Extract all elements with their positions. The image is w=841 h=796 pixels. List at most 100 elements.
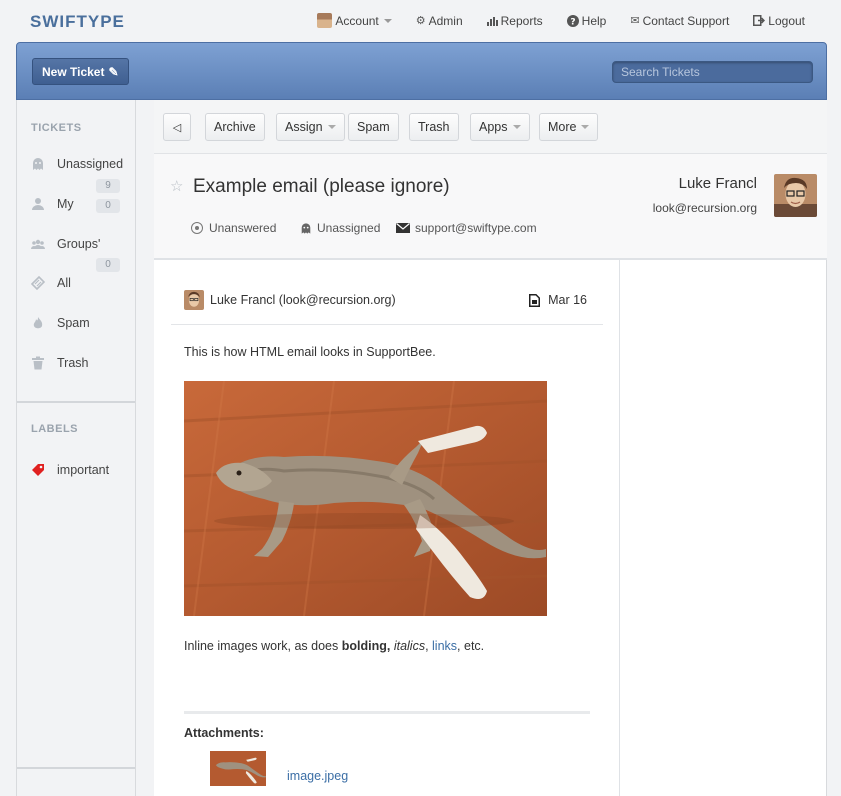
- requester-avatar: [774, 174, 817, 217]
- message-thread: Luke Francl (look@recursion.org) Mar 16 …: [154, 260, 620, 796]
- new-ticket-label: New Ticket: [42, 64, 105, 79]
- sidebar-item-label: Spam: [57, 316, 90, 330]
- attachments-divider: [184, 711, 590, 714]
- body-text: , etc.: [457, 639, 485, 653]
- all-count-badge: 0: [96, 258, 120, 272]
- sidebar-item-label: Trash: [57, 356, 89, 370]
- admin-label: Admin: [428, 13, 463, 28]
- ghost-icon: [301, 222, 311, 234]
- star-icon[interactable]: ☆: [170, 177, 183, 195]
- contact-support-link[interactable]: ✉ Contact Support: [630, 13, 729, 28]
- sidebar-item-label: Unassigned: [57, 157, 124, 171]
- chevron-down-icon: [327, 125, 336, 129]
- groups-count-badge: 0: [96, 199, 120, 213]
- apps-button[interactable]: Apps: [470, 113, 530, 141]
- sidebar-item-my[interactable]: My: [31, 197, 74, 211]
- attachments-title: Attachments:: [184, 726, 264, 740]
- trash-button[interactable]: Trash: [409, 113, 459, 141]
- top-nav: SWIFTYPE Account ⚙ Admin Reports ? Help …: [0, 0, 841, 42]
- message-date-label: Mar 16: [548, 293, 587, 307]
- tickets-section-title: TICKETS: [31, 122, 82, 134]
- back-button[interactable]: ◁: [163, 113, 191, 141]
- message-divider: [171, 324, 603, 325]
- ticket-status: Unanswered: [191, 221, 276, 235]
- reports-label: Reports: [500, 13, 543, 28]
- body-bold-text: bolding,: [341, 639, 391, 653]
- new-ticket-button[interactable]: New Ticket ✎: [32, 58, 129, 85]
- inline-image-lizard: [183, 380, 548, 617]
- document-icon: [529, 293, 541, 307]
- ghost-icon: [33, 158, 43, 170]
- ticket-title: Example email (please ignore): [193, 176, 450, 197]
- ticket-assignee[interactable]: Unassigned: [300, 221, 380, 235]
- ticket-view: ◁ Archive Assign Spam Trash Apps More ☆ …: [154, 100, 827, 796]
- body-text: ,: [425, 639, 433, 653]
- chevron-down-icon: [512, 125, 521, 129]
- user-icon: [32, 198, 44, 210]
- requester-name: Luke Francl: [678, 175, 757, 192]
- help-link[interactable]: ? Help: [566, 13, 607, 28]
- logout-icon: [753, 15, 766, 26]
- assign-button[interactable]: Assign: [276, 113, 345, 141]
- help-label: Help: [581, 13, 607, 28]
- message-date: Mar 16: [529, 293, 587, 307]
- sidebar-divider: [17, 767, 135, 769]
- sidebar-item-groups[interactable]: Groups': [31, 237, 100, 251]
- help-icon: ?: [566, 14, 579, 27]
- sidebar-divider: [17, 401, 135, 403]
- ticket-header: ☆ Example email (please ignore) Unanswer…: [154, 154, 827, 260]
- chevron-down-icon: [581, 125, 590, 129]
- ticket-assignee-label: Unassigned: [317, 221, 381, 235]
- ticket-toolbar: ◁ Archive Assign Spam Trash Apps More: [154, 100, 827, 154]
- sidebar-item-label: All: [57, 276, 71, 290]
- account-avatar: [317, 13, 333, 28]
- my-count-badge: 9: [96, 179, 120, 193]
- svg-text:?: ?: [570, 17, 575, 27]
- sidebar: TICKETS Unassigned 9 My 0 Groups' 0 All …: [16, 100, 136, 796]
- account-menu[interactable]: Account: [317, 13, 392, 28]
- sidebar-item-all[interactable]: All: [31, 276, 71, 290]
- assign-label: Assign: [285, 120, 323, 134]
- ticket-icon: ✎: [108, 64, 119, 79]
- ticket-status-label: Unanswered: [209, 221, 277, 235]
- reports-link[interactable]: Reports: [486, 13, 543, 28]
- archive-button[interactable]: Archive: [205, 113, 265, 141]
- header-bar: New Ticket ✎: [16, 42, 827, 100]
- spam-button[interactable]: Spam: [348, 113, 399, 141]
- sidebar-item-label: Groups': [57, 237, 101, 251]
- search-tickets-input[interactable]: [612, 61, 813, 83]
- chevron-down-icon: [383, 18, 392, 23]
- body-italic-text: italics: [393, 639, 426, 653]
- sidebar-label-important[interactable]: important: [31, 463, 109, 477]
- app-logo[interactable]: SWIFTYPE: [30, 12, 125, 32]
- gear-icon: ⚙: [415, 15, 426, 27]
- logout-label: Logout: [768, 13, 805, 28]
- labels-section-title: LABELS: [31, 423, 78, 435]
- envelope-open-icon: ✉: [630, 15, 640, 27]
- sender-avatar: [184, 290, 204, 310]
- body-link[interactable]: links: [432, 639, 457, 653]
- attachment-thumbnail[interactable]: [210, 751, 266, 786]
- status-circle-icon: [191, 222, 203, 234]
- flame-icon: [33, 317, 43, 329]
- sidebar-item-spam[interactable]: Spam: [31, 316, 90, 330]
- envelope-icon: [396, 223, 410, 233]
- requester-email: look@recursion.org: [652, 201, 757, 215]
- top-nav-menu: Account ⚙ Admin Reports ? Help ✉ Contact…: [293, 13, 805, 28]
- ticket-mailbox: support@swiftype.com: [396, 221, 537, 235]
- attachment-link[interactable]: image.jpeg: [287, 769, 348, 783]
- account-label: Account: [335, 13, 379, 28]
- more-button[interactable]: More: [539, 113, 599, 141]
- message-sender: Luke Francl (look@recursion.org): [210, 293, 396, 307]
- sidebar-item-trash[interactable]: Trash: [31, 356, 89, 370]
- message-body-line: Inline images work, as does bolding, ita…: [184, 639, 484, 653]
- sidebar-item-unassigned[interactable]: Unassigned: [31, 157, 123, 171]
- more-label: More: [548, 120, 577, 134]
- ticket-mailbox-label: support@swiftype.com: [415, 221, 537, 235]
- apps-label: Apps: [479, 120, 508, 134]
- message-body-line: This is how HTML email looks in SupportB…: [184, 345, 436, 359]
- admin-link[interactable]: ⚙ Admin: [416, 13, 463, 28]
- logout-link[interactable]: Logout: [753, 13, 805, 28]
- trash-icon: [32, 356, 44, 370]
- group-icon: [31, 239, 45, 249]
